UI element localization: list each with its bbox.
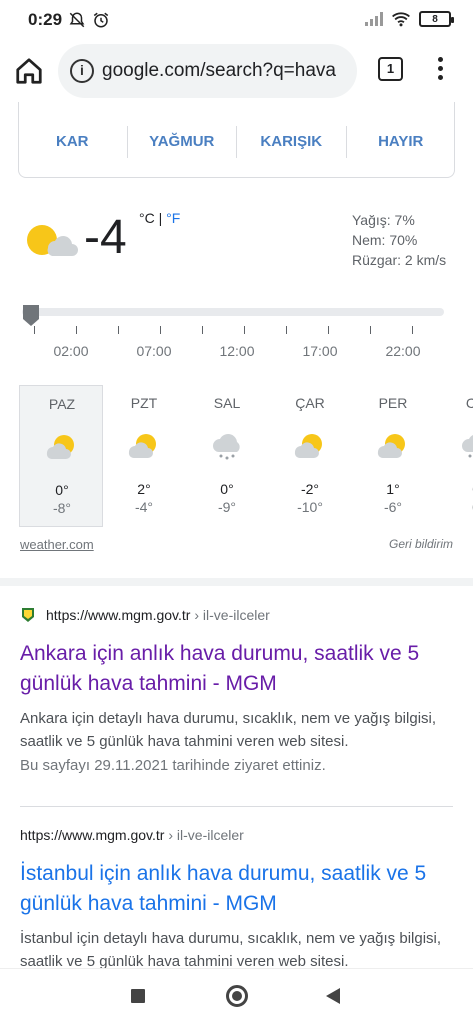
- result-title-link[interactable]: İstanbul için anlık hava durumu, saatlik…: [20, 859, 453, 919]
- hourly-slider-track[interactable]: [22, 308, 444, 316]
- partly-cloudy-sun-icon: [27, 225, 78, 256]
- home-icon[interactable]: [14, 56, 44, 86]
- day-high: 6: [434, 481, 473, 497]
- hourly-slider-thumb[interactable]: [22, 303, 40, 327]
- battery-icon: 8: [419, 11, 454, 27]
- partly-cloudy-icon: [377, 434, 405, 459]
- partly-cloudy-icon: [46, 435, 74, 460]
- chip-kar[interactable]: KAR: [18, 126, 128, 158]
- snow-cloud-icon: [462, 435, 473, 458]
- day-paz[interactable]: PAZ 0° -8°: [19, 385, 103, 527]
- result-source[interactable]: https://www.mgm.gov.tr › il-ve-ilceler: [20, 827, 453, 843]
- day-pzt[interactable]: PZT 2° -4°: [102, 385, 186, 527]
- partly-cloudy-icon: [294, 434, 322, 459]
- result-url: https://www.mgm.gov.tr: [20, 827, 165, 843]
- time-label: 12:00: [219, 343, 255, 359]
- overflow-menu-icon[interactable]: [430, 57, 450, 85]
- precip-filter-chips: KAR YAĞMUR KARIŞIK HAYIR: [18, 126, 455, 158]
- weather-details: Yağış: 7% Nem: 70% Rüzgar: 2 km/s: [352, 210, 446, 270]
- result-snippet: Ankara için detaylı hava durumu, sıcaklı…: [20, 710, 437, 750]
- day-car[interactable]: ÇAR -2° -10°: [268, 385, 352, 527]
- system-nav-bar: [0, 968, 473, 1024]
- unit-fahrenheit[interactable]: °F: [166, 210, 180, 226]
- signal-icon: [365, 12, 383, 26]
- status-time: 0:29: [28, 10, 63, 29]
- chip-hayir[interactable]: HAYIR: [347, 126, 456, 158]
- time-label: 17:00: [302, 343, 338, 359]
- hourly-ticks: [22, 326, 444, 338]
- time-label: 02:00: [53, 343, 89, 359]
- day-low: -9°: [217, 499, 237, 515]
- recents-icon[interactable]: [131, 989, 145, 1003]
- notifications-off-icon: [69, 12, 85, 28]
- current-temperature: -4: [84, 211, 127, 264]
- day-high: 2°: [137, 481, 151, 497]
- search-result: https://www.mgm.gov.tr › il-ve-ilceler A…: [20, 607, 453, 774]
- day-name: PZT: [130, 395, 158, 411]
- day-name: PAZ: [48, 396, 76, 412]
- wind: Rüzgar: 2 km/s: [352, 252, 447, 268]
- chip-karisik[interactable]: KARIŞIK: [237, 126, 347, 158]
- day-low: -4°: [134, 499, 154, 515]
- alarm-icon: [93, 12, 109, 28]
- weather-source-link[interactable]: weather.com: [20, 537, 94, 552]
- day-high: 0°: [55, 482, 69, 498]
- result-title-link[interactable]: Ankara için anlık hava durumu, saatlik v…: [20, 639, 453, 699]
- time-label: 22:00: [385, 343, 421, 359]
- day-name: PER: [378, 395, 408, 411]
- feedback-link[interactable]: Geri bildirim: [389, 537, 453, 551]
- address-bar[interactable]: i google.com/search?q=hava: [58, 44, 357, 98]
- battery-level: 8: [432, 13, 438, 25]
- day-high: 0°: [220, 481, 234, 497]
- section-separator: [0, 578, 473, 586]
- home-nav-icon[interactable]: [226, 985, 248, 1007]
- result-snippet: İstanbul için detaylı hava durumu, sıcak…: [20, 930, 442, 968]
- partly-cloudy-icon: [128, 434, 156, 459]
- day-high: 1°: [386, 481, 400, 497]
- day-cu[interactable]: CU 6 0: [434, 385, 473, 527]
- day-name: ÇAR: [295, 395, 325, 411]
- result-breadcrumb: › il-ve-ilceler: [168, 827, 244, 843]
- day-low: 0: [434, 499, 473, 515]
- result-source[interactable]: https://www.mgm.gov.tr › il-ve-ilceler: [20, 607, 453, 623]
- unit-separator: |: [154, 210, 167, 226]
- mgm-favicon-icon: [22, 608, 34, 622]
- unit-toggle: °C | °F: [139, 210, 180, 226]
- daily-forecast: PAZ 0° -8° PZT 2° -4° SAL 0° -9° ÇAR -2°…: [18, 385, 473, 527]
- result-breadcrumb: › il-ve-ilceler: [194, 607, 270, 623]
- tab-switcher-button[interactable]: 1: [378, 57, 403, 81]
- time-label: 07:00: [136, 343, 172, 359]
- status-bar: 0:29 8: [0, 0, 473, 40]
- precipitation: Yağış: 7%: [352, 212, 415, 228]
- result-divider: [20, 806, 453, 807]
- snow-cloud-icon: [213, 434, 240, 460]
- unit-celsius[interactable]: °C: [139, 210, 155, 226]
- site-info-icon[interactable]: i: [70, 59, 94, 83]
- day-low: -10°: [297, 499, 323, 515]
- visited-note: Bu sayfayı 29.11.2021 tarihinde ziyaret …: [20, 757, 326, 774]
- back-icon[interactable]: [326, 988, 340, 1004]
- day-name: SAL: [213, 395, 241, 411]
- browser-toolbar: i google.com/search?q=hava 1: [0, 40, 473, 102]
- humidity: Nem: 70%: [352, 232, 418, 248]
- day-sal[interactable]: SAL 0° -9°: [185, 385, 269, 527]
- day-per[interactable]: PER 1° -6°: [351, 385, 435, 527]
- wifi-icon: [392, 12, 410, 27]
- day-low: -8°: [52, 500, 72, 516]
- search-result: https://www.mgm.gov.tr › il-ve-ilceler İ…: [20, 827, 453, 968]
- day-high: -2°: [300, 481, 320, 497]
- day-low: -6°: [383, 499, 403, 515]
- address-text[interactable]: google.com/search?q=hava: [102, 60, 336, 82]
- day-name: CU: [465, 395, 473, 411]
- result-url: https://www.mgm.gov.tr: [46, 607, 191, 623]
- chip-yagmur[interactable]: YAĞMUR: [128, 126, 237, 158]
